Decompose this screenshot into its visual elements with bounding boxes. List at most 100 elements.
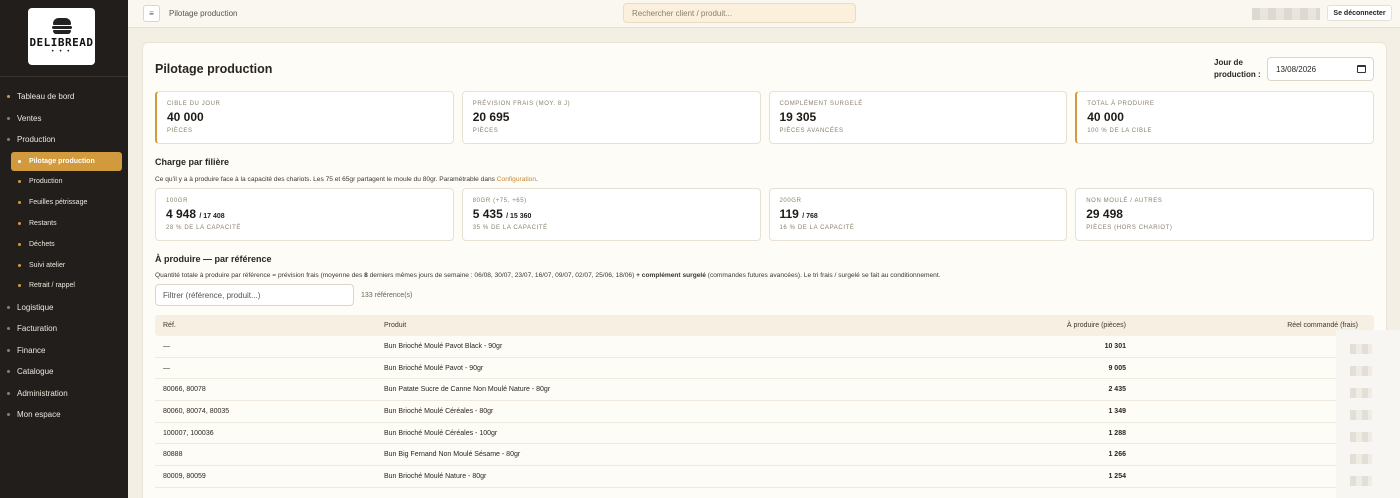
sidebar-item-feuilles-petrissage[interactable]: Feuilles pétrissage <box>0 192 128 213</box>
refs-description: Quantité totale à produire par référence… <box>155 272 940 279</box>
cell-product: Bun Brioché Moulé Pavot - 90gr <box>384 364 484 372</box>
kpi-label: TOTAL À PRODUIRE <box>1087 101 1155 107</box>
charge-card-200gr: 200GR 119 / 768 16 % DE LA CAPACITÉ <box>768 188 1068 241</box>
kpi-sub: PIÈCES <box>167 128 193 134</box>
sidebar-item-label: Finance <box>17 345 46 355</box>
cell-qty: 1 349 <box>1108 407 1126 415</box>
sidebar-item-label: Production <box>17 135 56 145</box>
kpi-value: 20 695 <box>472 110 510 124</box>
charge-sub: 28 % DE LA CAPACITÉ <box>166 225 241 231</box>
production-date-input[interactable]: 13/08/2026 <box>1267 57 1374 81</box>
refs-desc-text: Quantité totale à produire par référence… <box>155 272 365 279</box>
sidebar-item-label: Production <box>29 178 63 186</box>
redacted-cell <box>1350 388 1372 398</box>
sidebar-item-catalogue[interactable]: Catalogue <box>0 361 128 383</box>
col-qty[interactable]: À produire (pièces) <box>884 322 1126 329</box>
table-header: Réf. Produit À produire (pièces) Réel co… <box>155 315 1374 336</box>
calendar-icon[interactable] <box>1357 65 1366 73</box>
sidebar-item-finance[interactable]: Finance <box>0 339 128 361</box>
cell-qty: 10 301 <box>1104 342 1126 350</box>
sidebar-item-production[interactable]: Production <box>0 172 128 193</box>
sidebar-item-mon-espace[interactable]: Mon espace <box>0 404 128 426</box>
cell-qty: 2 435 <box>1108 386 1126 394</box>
table-row[interactable]: 80060, 80074, 80035 Bun Brioché Moulé Cér… <box>155 401 1374 423</box>
charge-value: 29 498 <box>1086 207 1123 221</box>
sidebar-item-label: Tableau de bord <box>17 92 75 102</box>
charge-label: NON MOULÉ / AUTRES <box>1086 198 1163 204</box>
kpi-cible-du-jour: CIBLE DU JOUR 40 000 PIÈCES <box>155 91 454 144</box>
charge-label: 100GR <box>166 198 189 204</box>
charge-label: 200GR <box>779 198 802 204</box>
sidebar-item-dechets[interactable]: Déchets <box>0 234 128 255</box>
sidebar: DELIBREAD • • • Tableau de bord Ventes P… <box>0 0 128 498</box>
col-reel[interactable]: Réel commandé (frais) <box>1126 322 1366 329</box>
sidebar-item-logistique[interactable]: Logistique <box>0 296 128 318</box>
bullet-icon <box>18 284 21 288</box>
sidebar-item-label: Facturation <box>17 324 58 334</box>
bullet-icon <box>7 413 10 417</box>
cell-product: Bun Brioché Moulé Céréales - 80gr <box>384 407 494 415</box>
cell-qty: 1 288 <box>1108 429 1126 437</box>
bullet-icon <box>18 263 21 267</box>
page-title: Pilotage production <box>155 62 273 76</box>
redacted-overlay <box>1336 330 1400 498</box>
bullet-icon <box>7 327 10 331</box>
kpi-label: COMPLÉMENT SURGELÉ <box>779 101 863 107</box>
table-row[interactable]: — Bun Brioché Moulé Pavot Black - 90gr 10 … <box>155 336 1374 358</box>
sidebar-item-pilotage-production[interactable]: Pilotage production <box>11 151 122 171</box>
sidebar-item-production-group[interactable]: Production <box>0 129 128 151</box>
table-row[interactable]: 80009, 80059 Bun Brioché Moulé Nature - 8… <box>155 466 1374 488</box>
bullet-icon <box>7 348 10 352</box>
table-row[interactable]: 80888 Bun Big Fernand Non Moulé Sésame - … <box>155 444 1374 467</box>
refs-title: À produire — par référence <box>155 254 272 264</box>
brand-logo[interactable]: DELIBREAD • • • <box>28 8 95 65</box>
col-ref[interactable]: Réf. <box>155 322 384 329</box>
cell-product: Bun Brioché Moulé Céréales - 100gr <box>384 429 498 437</box>
sidebar-item-restants[interactable]: Restants <box>0 213 128 234</box>
table-row[interactable]: 80066, 80078 Bun Patate Sucre de Canne No… <box>155 379 1374 402</box>
sidebar-item-tableau-de-bord[interactable]: Tableau de bord <box>0 86 128 108</box>
cell-qty: 1 266 <box>1108 451 1126 459</box>
breadcrumb: Pilotage production <box>169 9 238 18</box>
charge-title: Charge par filière <box>155 157 230 167</box>
col-product[interactable]: Produit <box>384 322 884 329</box>
burger-icon <box>51 18 73 34</box>
configuration-link[interactable]: Configuration <box>497 176 536 183</box>
charge-card-100gr: 100GR 4 948 / 17 408 28 % DE LA CAPACITÉ <box>155 188 454 241</box>
redacted-cell <box>1350 454 1372 464</box>
charge-card-80gr: 80GR (+75, +65) 5 435 / 15 360 35 % DE L… <box>461 188 761 241</box>
logout-button[interactable]: Se déconnecter <box>1327 5 1392 21</box>
sidebar-item-retrait-rappel[interactable]: Retrait / rappel <box>0 275 128 296</box>
charge-value: 119 <box>779 207 799 221</box>
sidebar-item-suivi-atelier[interactable]: Suivi atelier <box>0 255 128 276</box>
user-name <box>1252 8 1320 20</box>
date-label: Jour de production : <box>1214 58 1261 79</box>
sidebar-item-label: Catalogue <box>17 367 54 377</box>
redacted-cell <box>1350 476 1372 486</box>
kpi-value: 19 305 <box>779 110 817 124</box>
search-input[interactable] <box>623 3 856 23</box>
charge-sub: 16 % DE LA CAPACITÉ <box>779 225 855 231</box>
kpi-sub: PIÈCES AVANCÉES <box>779 128 844 134</box>
menu-toggle-button[interactable]: ≡ <box>143 5 160 22</box>
sidebar-item-label: Mon espace <box>17 410 61 420</box>
kpi-value: 40 000 <box>1087 110 1124 124</box>
cell-ref: 80066, 80078 <box>163 386 206 394</box>
bullet-icon <box>7 116 10 120</box>
table-row[interactable]: — Bun Brioché Moulé Pavot - 90gr 9 005 <box>155 358 1374 380</box>
sidebar-item-ventes[interactable]: Ventes <box>0 108 128 130</box>
refs-desc-end: (commandes futures avancées). Le tri fra… <box>705 272 941 279</box>
cell-product: Bun Brioché Moulé Pavot Black - 90gr <box>384 342 503 350</box>
cell-product: Bun Patate Sucre de Canne Non Moulé Natu… <box>384 386 551 394</box>
table-row[interactable]: 100007, 100036 Bun Brioché Moulé Céréales… <box>155 423 1374 445</box>
sidebar-item-label: Pilotage production <box>29 157 95 165</box>
charge-desc-text: Ce qu'il y a à produire face à la capaci… <box>155 176 497 183</box>
charge-sub: PIÈCES (HORS CHARIOT) <box>1086 225 1173 231</box>
sidebar-divider <box>0 76 128 77</box>
brand-name: DELIBREAD <box>29 36 94 49</box>
charge-card-non-moule: NON MOULÉ / AUTRES 29 498 PIÈCES (HORS C… <box>1075 188 1374 241</box>
filter-input[interactable] <box>155 284 354 306</box>
bullet-icon <box>7 305 10 309</box>
sidebar-item-facturation[interactable]: Facturation <box>0 318 128 340</box>
sidebar-item-administration[interactable]: Administration <box>0 382 128 404</box>
